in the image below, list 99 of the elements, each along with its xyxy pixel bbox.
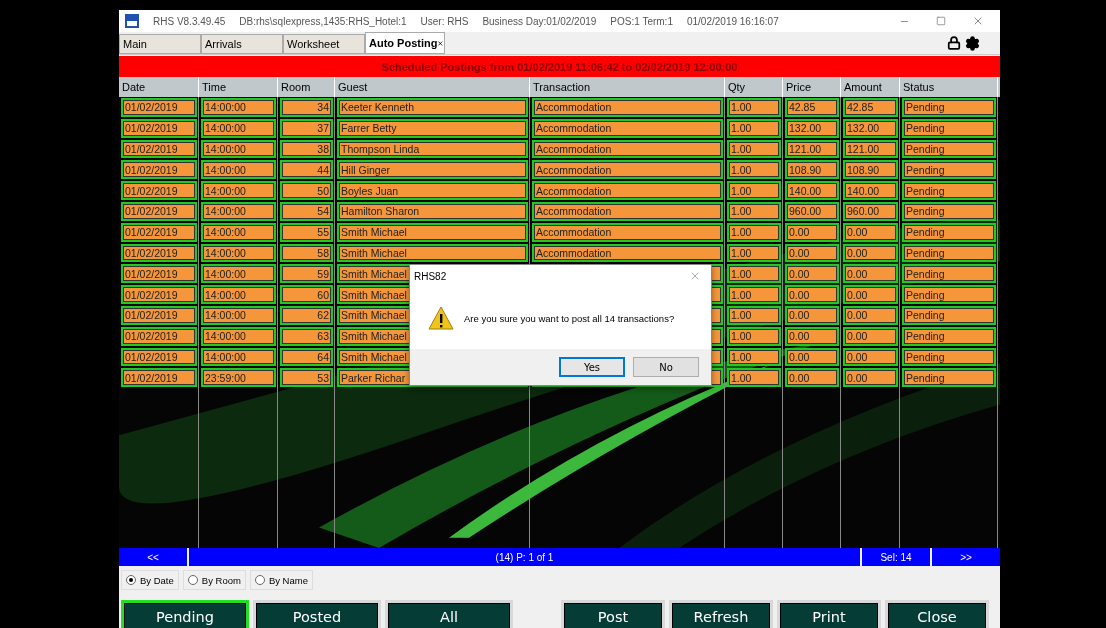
action-button[interactable]: Print bbox=[777, 600, 881, 628]
table-cell: Pending bbox=[902, 98, 996, 117]
table-cell: 0.00 bbox=[785, 368, 839, 388]
table-cell: 60 bbox=[280, 285, 333, 304]
table-cell: 1.00 bbox=[727, 181, 781, 200]
previous-page-button[interactable]: << bbox=[119, 548, 187, 566]
action-button[interactable]: Post bbox=[561, 600, 665, 628]
table-cell: Hill Ginger bbox=[337, 160, 528, 180]
table-cell: 01/02/2019 bbox=[121, 181, 197, 200]
title-text: DB:rhs\sqlexpress,1435:RHS_Hotel:1 bbox=[239, 15, 407, 27]
table-cell: 140.00 bbox=[843, 181, 898, 200]
schedule-banner: Scheduled Postings from 01/02/2019 11:06:42 to 02/02/2019 12:00:00 bbox=[119, 56, 1000, 77]
table-cell: 14:00:00 bbox=[201, 160, 276, 180]
table-cell: 0.00 bbox=[843, 285, 898, 304]
table-cell: 14:00:00 bbox=[201, 181, 276, 200]
warning-icon bbox=[428, 306, 454, 330]
table-cell: 53 bbox=[280, 368, 333, 388]
title-text: Business Day:01/02/2019 bbox=[482, 15, 597, 27]
table-cell: Pending bbox=[902, 368, 996, 388]
table-cell: 01/02/2019 bbox=[121, 264, 197, 284]
filter-button[interactable]: Pending bbox=[121, 600, 249, 628]
table-cell: 34 bbox=[280, 98, 333, 117]
table-cell: 108.90 bbox=[785, 160, 839, 180]
column-header[interactable]: Guest bbox=[335, 77, 530, 97]
table-cell: 1.00 bbox=[727, 285, 781, 304]
page-summary: (14) P: 1 of 1 bbox=[189, 548, 860, 566]
table-cell: 42.85 bbox=[785, 98, 839, 117]
radio-label: By Name bbox=[268, 574, 308, 586]
title-text: 01/02/2019 16:16:07 bbox=[686, 15, 779, 27]
table-cell: 50 bbox=[280, 181, 333, 200]
column-header[interactable]: Room bbox=[278, 77, 335, 97]
dialog-title: RHS82 bbox=[414, 270, 447, 282]
dialog-button[interactable]: Yes bbox=[559, 357, 625, 377]
filter-button[interactable]: Posted bbox=[253, 600, 381, 628]
title-text: User: RHS bbox=[420, 15, 469, 27]
lock-icon[interactable] bbox=[947, 36, 961, 50]
table-cell: Pending bbox=[902, 160, 996, 180]
table-cell: 1.00 bbox=[727, 368, 781, 388]
settings-icon[interactable] bbox=[965, 36, 980, 51]
column-header[interactable]: Transaction bbox=[530, 77, 725, 97]
table-cell: 01/02/2019 bbox=[121, 98, 197, 117]
action-button[interactable]: Close bbox=[885, 600, 989, 628]
tab-label: Main bbox=[123, 38, 147, 50]
table-cell: 01/02/2019 bbox=[121, 285, 197, 304]
tab[interactable]: Auto Posting bbox=[365, 32, 445, 54]
table-cell: Pending bbox=[902, 264, 996, 284]
sort-radio[interactable]: By Room bbox=[182, 570, 246, 590]
table-cell: Accommodation bbox=[532, 181, 723, 200]
tab-label: Arrivals bbox=[205, 38, 242, 50]
table-cell: 0.00 bbox=[843, 368, 898, 388]
tab[interactable]: Main bbox=[119, 34, 201, 54]
table-cell: 01/02/2019 bbox=[121, 160, 197, 180]
action-button[interactable]: Refresh bbox=[669, 600, 773, 628]
column-header[interactable]: Amount bbox=[841, 77, 900, 97]
app-logo-icon bbox=[125, 14, 139, 28]
selection-count: Sel: 14 bbox=[862, 548, 930, 566]
table-cell: 14:00:00 bbox=[201, 98, 276, 117]
filter-button[interactable]: All bbox=[385, 600, 513, 628]
column-header[interactable]: Status bbox=[900, 77, 998, 97]
table-cell: Boyles Juan bbox=[337, 181, 528, 200]
title-text: POS:1 Term:1 bbox=[610, 15, 673, 27]
radio-label: By Room bbox=[201, 574, 241, 586]
table-cell: 1.00 bbox=[727, 160, 781, 180]
column-header[interactable]: Time bbox=[199, 77, 278, 97]
column-header[interactable]: Qty bbox=[725, 77, 783, 97]
table-cell: 42.85 bbox=[843, 98, 898, 117]
table-cell: 01/02/2019 bbox=[121, 368, 197, 388]
table-cell: 1.00 bbox=[727, 264, 781, 284]
table-cell: 0.00 bbox=[785, 285, 839, 304]
tab-label: Worksheet bbox=[287, 38, 340, 50]
sort-radio[interactable]: By Name bbox=[249, 570, 313, 590]
table-cell: 14:00:00 bbox=[201, 264, 276, 284]
maximize-icon[interactable] bbox=[936, 16, 946, 26]
sort-radio[interactable]: By Date bbox=[121, 570, 179, 590]
next-page-button[interactable]: >> bbox=[932, 548, 1000, 566]
table-cell: 108.90 bbox=[843, 160, 898, 180]
table-cell: 59 bbox=[280, 264, 333, 284]
table-cell: Keeter Kenneth bbox=[337, 98, 528, 117]
title-text: RHS V8.3.49.45 bbox=[153, 15, 226, 27]
table-cell: 1.00 bbox=[727, 98, 781, 117]
tab-label: Auto Posting bbox=[369, 37, 438, 49]
table-cell: 14:00:00 bbox=[201, 285, 276, 304]
close-icon[interactable] bbox=[689, 270, 701, 282]
tab[interactable]: Arrivals bbox=[201, 34, 283, 54]
column-header[interactable]: Date bbox=[119, 77, 199, 97]
table-cell: 0.00 bbox=[785, 264, 839, 284]
table-cell: Pending bbox=[902, 181, 996, 200]
table-cell: Accommodation bbox=[532, 160, 723, 180]
table-cell: Pending bbox=[902, 285, 996, 304]
table-cell: 140.00 bbox=[785, 181, 839, 200]
table-cell: 0.00 bbox=[843, 264, 898, 284]
column-header[interactable]: Price bbox=[783, 77, 841, 97]
close-icon[interactable] bbox=[972, 15, 984, 27]
tab[interactable]: Worksheet bbox=[283, 34, 365, 54]
table-cell: 23:59:00 bbox=[201, 368, 276, 388]
dialog-button[interactable]: No bbox=[633, 357, 699, 377]
radio-label: By Date bbox=[140, 574, 174, 586]
table-cell: Accommodation bbox=[532, 98, 723, 117]
table-cell: 44 bbox=[280, 160, 333, 180]
